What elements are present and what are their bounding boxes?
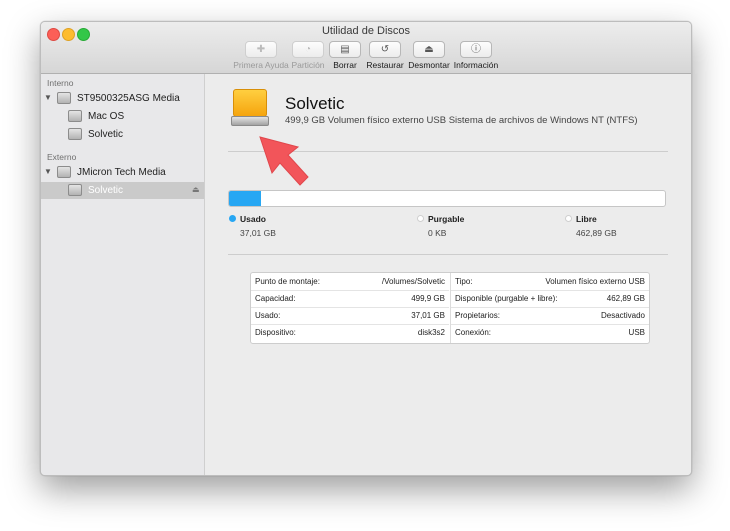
unmount-button[interactable]: ⏏ Desmontar — [408, 41, 450, 70]
info-key: Capacidad: — [255, 294, 296, 303]
info-label: Información — [453, 60, 499, 70]
purgeable-label: Purgable — [428, 214, 465, 224]
used-color-dot — [229, 215, 236, 222]
free-color-dot — [565, 215, 572, 222]
info-row: Usado: 37,01 GB — [251, 307, 449, 325]
info-value: USB — [628, 328, 645, 337]
info-key: Conexión: — [455, 328, 492, 337]
sidebar-item-volume-solvetic-internal[interactable]: Solvetic — [41, 126, 204, 143]
first-aid-icon: ✚ — [245, 41, 277, 58]
sidebar-item-volume-solvetic-external[interactable]: Solvetic ⏏ — [41, 182, 204, 199]
sidebar-item-label: Solvetic — [88, 185, 124, 196]
disclosure-triangle-icon[interactable]: ▼ — [44, 93, 52, 102]
volume-icon — [68, 128, 82, 140]
external-drive-icon — [230, 89, 270, 129]
sidebar-item-label: JMicron Tech Media — [77, 167, 166, 178]
used-value: 37,01 GB — [240, 228, 276, 238]
info-value: disk3s2 — [417, 328, 445, 337]
purgeable-color-dot — [417, 215, 424, 222]
info-key: Propietarios: — [455, 311, 500, 320]
info-column-left: Punto de montaje: /Volumes/Solvetic Capa… — [251, 273, 449, 343]
first-aid-button[interactable]: ✚ Primera Ayuda — [233, 41, 289, 70]
divider — [228, 254, 668, 255]
info-key: Tipo: — [455, 277, 473, 286]
info-value: Volumen físico externo USB — [545, 277, 645, 286]
volume-icon — [68, 110, 82, 122]
disclosure-triangle-icon[interactable]: ▼ — [44, 167, 52, 176]
info-value: 37,01 GB — [411, 311, 445, 320]
info-key: Punto de montaje: — [255, 277, 320, 286]
volume-icon — [68, 184, 82, 196]
info-button[interactable]: ⓘ Información — [454, 41, 498, 70]
sidebar-item-label: ST9500325ASG Media — [77, 93, 180, 104]
info-value: /Volumes/Solvetic — [381, 277, 445, 286]
info-row: Punto de montaje: /Volumes/Solvetic — [251, 273, 449, 291]
info-row: Dispositivo: disk3s2 — [251, 324, 449, 341]
free-label: Libre — [576, 214, 597, 224]
info-key: Disponible (purgable + libre): — [455, 294, 558, 303]
annotation-arrow-icon — [259, 136, 309, 186]
info-row: Propietarios: Desactivado — [451, 307, 649, 325]
info-value: 499,9 GB — [411, 294, 445, 303]
sidebar-item-external-disk[interactable]: ▼ JMicron Tech Media — [41, 164, 204, 181]
restore-icon: ↺ — [369, 41, 401, 58]
free-value: 462,89 GB — [576, 228, 617, 238]
info-value: Desactivado — [600, 311, 645, 320]
sidebar-item-label: Solvetic — [88, 129, 124, 140]
info-value: 462,89 GB — [606, 294, 645, 303]
sidebar: Interno ▼ ST9500325ASG Media Mac OS Solv… — [41, 74, 205, 475]
info-key: Usado: — [255, 311, 281, 320]
info-column-right: Tipo: Volumen físico externo USB Disponi… — [450, 273, 649, 343]
info-row: Capacidad: 499,9 GB — [251, 290, 449, 308]
usage-bar — [228, 190, 666, 207]
erase-icon: ▤ — [329, 41, 361, 58]
unmount-icon: ⏏ — [413, 41, 445, 58]
external-drive-icon — [57, 166, 71, 178]
partition-icon: ◔ — [292, 41, 324, 58]
sidebar-item-label: Mac OS — [88, 111, 125, 122]
info-key: Dispositivo: — [255, 328, 296, 337]
sidebar-item-volume-macos[interactable]: Mac OS — [41, 108, 204, 125]
info-row: Tipo: Volumen físico externo USB — [451, 273, 649, 291]
internal-drive-icon — [57, 92, 71, 104]
volume-description: 499,9 GB Volumen físico externo USB Sist… — [285, 115, 638, 126]
internal-section-header: Interno — [47, 78, 74, 88]
eject-icon[interactable]: ⏏ — [192, 185, 200, 194]
info-icon: ⓘ — [460, 41, 492, 58]
sidebar-item-internal-disk[interactable]: ▼ ST9500325ASG Media — [41, 90, 204, 107]
disk-utility-window: Utilidad de Discos ✚ Primera Ayuda ◔ Par… — [40, 21, 692, 476]
external-section-header: Externo — [47, 152, 77, 162]
info-row: Conexión: USB — [451, 324, 649, 341]
purgeable-value: 0 KB — [428, 228, 447, 238]
used-label: Usado — [240, 214, 266, 224]
usage-bar-used-segment — [229, 191, 262, 206]
volume-name: Solvetic — [285, 94, 345, 113]
volume-info-table: Punto de montaje: /Volumes/Solvetic Capa… — [250, 272, 650, 344]
info-row: Disponible (purgable + libre): 462,89 GB — [451, 290, 649, 308]
window-title: Utilidad de Discos — [321, 25, 411, 37]
titlebar: Utilidad de Discos ✚ Primera Ayuda ◔ Par… — [41, 22, 691, 74]
